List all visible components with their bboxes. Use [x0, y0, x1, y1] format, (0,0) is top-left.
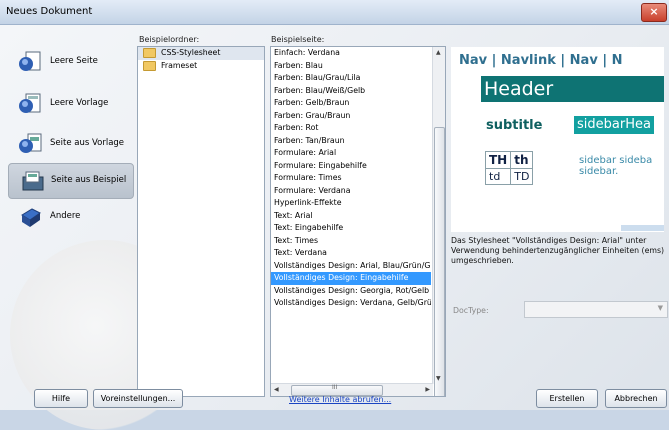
category-label: Seite aus Vorlage — [50, 138, 125, 148]
list-item[interactable]: Vollständiges Design: Georgia, Rot/Gelb — [271, 285, 431, 298]
category-other[interactable]: Andere — [8, 200, 132, 234]
category-label: Andere — [50, 211, 81, 221]
create-button[interactable]: Erstellen — [536, 389, 598, 408]
page-from-sample-icon — [22, 171, 44, 191]
preview-sidebar-heading: sidebarHea — [574, 116, 654, 134]
vertical-scrollbar[interactable]: ▲ ▼ — [432, 47, 445, 396]
list-item[interactable]: Farben: Grau/Braun — [271, 110, 431, 123]
category-page-from-sample[interactable]: Seite aus Beispiel — [8, 163, 134, 199]
scroll-up-icon[interactable]: ▲ — [436, 49, 441, 56]
preview-table-cell: TH — [484, 151, 512, 169]
list-item[interactable]: Formulare: Verdana — [271, 185, 431, 198]
preview-table-cell: TD — [510, 168, 534, 185]
folder-icon — [143, 60, 156, 71]
list-item[interactable]: Farben: Blau/Grau/Lila — [271, 72, 431, 85]
folders-list[interactable]: CSS-Stylesheet Frameset — [137, 46, 265, 397]
other-icon — [21, 208, 41, 227]
list-item[interactable]: Farben: Gelb/Braun — [271, 97, 431, 110]
list-item[interactable]: Farben: Blau — [271, 60, 431, 73]
list-item[interactable]: Farben: Rot — [271, 122, 431, 135]
preview-header: Header — [481, 76, 664, 102]
preview-pane: Nav | Navlink | Nav | N Header subtitle … — [451, 47, 664, 232]
scroll-right-icon[interactable]: ▶ — [425, 386, 430, 393]
list-item[interactable]: Formulare: Eingabehilfe — [271, 160, 431, 173]
preview-table-cell: th — [510, 151, 534, 169]
preview-table-cell: td — [484, 168, 512, 185]
category-label: Leere Seite — [50, 56, 98, 66]
scroll-grip: III — [332, 384, 338, 391]
list-item[interactable]: Vollständiges Design: Verdana, Gelb/Grün — [271, 297, 431, 310]
scroll-left-icon[interactable]: ◀ — [274, 386, 279, 393]
blank-page-icon — [19, 51, 41, 71]
list-item[interactable]: Text: Eingabehilfe — [271, 222, 431, 235]
close-icon[interactable]: × — [641, 3, 667, 22]
category-page-from-template[interactable]: Seite aus Vorlage — [8, 127, 132, 161]
folder-icon — [143, 48, 156, 58]
list-item[interactable]: Text: Verdana — [271, 247, 431, 260]
list-item[interactable]: Einfach: Verdana — [271, 47, 431, 60]
category-label: Seite aus Beispiel — [51, 175, 127, 185]
list-item[interactable]: Text: Arial — [271, 210, 431, 223]
preferences-button[interactable]: Voreinstellungen... — [93, 389, 183, 408]
list-item[interactable]: Farben: Tan/Braun — [271, 135, 431, 148]
folder-item-css-stylesheet[interactable]: CSS-Stylesheet — [138, 47, 264, 60]
preview-decoration — [621, 225, 664, 231]
window-title: Neues Dokument — [6, 6, 93, 17]
dialog-body: Leere Seite Leere Vorlage Seite aus Vorl… — [0, 25, 669, 430]
help-button[interactable]: Hilfe — [34, 389, 88, 408]
get-more-content-link[interactable]: Weitere Inhalte abrufen... — [289, 395, 391, 404]
doctype-label: DocType: — [453, 306, 489, 315]
preview-table: TH th td TD — [484, 151, 534, 185]
list-item[interactable]: Formulare: Times — [271, 172, 431, 185]
preview-sidebar-text: sidebar sideba sidebar. — [579, 155, 653, 177]
folders-header: Beispielordner: — [139, 35, 200, 44]
title-bar: Neues Dokument × — [0, 0, 669, 25]
preview-nav: Nav | Navlink | Nav | N — [459, 53, 623, 68]
page-from-template-icon — [19, 133, 42, 153]
pages-header: Beispielseite: — [271, 35, 325, 44]
scroll-down-icon[interactable]: ▼ — [436, 375, 441, 382]
category-blank-page[interactable]: Leere Seite — [8, 45, 132, 79]
list-item[interactable]: Formulare: Arial — [271, 147, 431, 160]
folder-item-frameset[interactable]: Frameset — [138, 60, 264, 73]
category-label: Leere Vorlage — [50, 98, 109, 108]
pages-list[interactable]: Einfach: Verdana Farben: Blau Farben: Bl… — [270, 46, 446, 397]
scroll-thumb[interactable] — [434, 127, 445, 396]
blank-template-icon — [19, 93, 41, 113]
description: Das Stylesheet "Vollständiges Design: Ar… — [451, 236, 665, 265]
folder-label: Frameset — [161, 60, 198, 70]
list-item[interactable]: Text: Times — [271, 235, 431, 248]
list-item[interactable]: Hyperlink-Effekte — [271, 197, 431, 210]
preview-subtitle: subtitle — [486, 118, 543, 133]
doctype-select[interactable]: ▼ — [524, 301, 668, 318]
folder-label: CSS-Stylesheet — [161, 48, 221, 57]
list-item[interactable]: Vollständiges Design: Arial, Blau/Grün/G… — [271, 260, 431, 273]
list-item-selected[interactable]: Vollständiges Design: Eingabehilfe — [271, 272, 431, 285]
cancel-button[interactable]: Abbrechen — [605, 389, 667, 408]
category-blank-template[interactable]: Leere Vorlage — [8, 87, 132, 121]
list-item[interactable]: Farben: Blau/Weiß/Gelb — [271, 85, 431, 98]
chevron-down-icon: ▼ — [657, 304, 663, 312]
